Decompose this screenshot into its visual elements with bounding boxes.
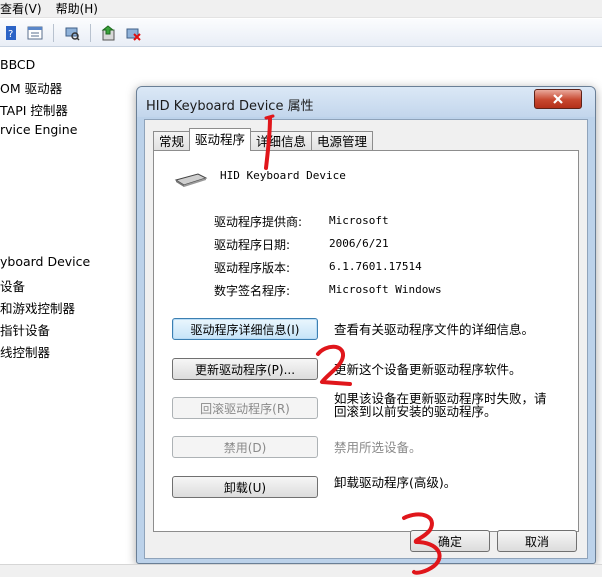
tab-details[interactable]: 详细信息 <box>250 131 313 151</box>
device-name: HID Keyboard Device <box>220 169 346 182</box>
rollback-driver-button[interactable]: 回滚驱动程序(R) <box>172 397 318 419</box>
tree-item[interactable]: TAPI 控制器 <box>0 100 68 119</box>
tree-item[interactable]: 线控制器 <box>0 342 50 361</box>
update-driver-button[interactable]: 更新驱动程序(P)... <box>172 358 318 380</box>
menu-bar: 查看(V) 帮助(H) <box>0 0 602 18</box>
tree-item[interactable]: 指针设备 <box>0 320 50 339</box>
signer-value: Microsoft Windows <box>329 283 442 296</box>
tree-item[interactable]: yboard Device <box>0 254 90 269</box>
driver-details-button[interactable]: 驱动程序详细信息(I) <box>172 318 318 340</box>
ok-button[interactable]: 确定 <box>410 530 490 552</box>
properties-view-icon[interactable] <box>26 24 44 42</box>
tree-item[interactable]: 和游戏控制器 <box>0 298 75 317</box>
update-driver-desc: 更新这个设备更新驱动程序软件。 <box>334 362 522 377</box>
toolbar: ? <box>0 19 602 47</box>
close-button[interactable] <box>534 89 582 109</box>
uninstall-device-icon[interactable] <box>124 24 142 42</box>
uninstall-desc: 卸载驱动程序(高级)。 <box>334 475 457 490</box>
driver-details-desc: 查看有关驱动程序文件的详细信息。 <box>334 322 535 337</box>
dialog-client: 常规 驱动程序 详细信息 电源管理 HID Keyboard Device 驱动… <box>144 119 588 559</box>
toolbar-separator <box>53 23 54 42</box>
tree-item[interactable]: BBCD <box>0 57 35 72</box>
tab-power-management[interactable]: 电源管理 <box>311 131 374 151</box>
provider-value: Microsoft <box>329 214 389 227</box>
cancel-button[interactable]: 取消 <box>497 530 577 552</box>
tab-strip: 常规 驱动程序 详细信息 电源管理 <box>153 128 374 151</box>
tree-item[interactable]: rvice Engine <box>0 122 77 137</box>
tree-item[interactable]: 设备 <box>0 276 25 295</box>
date-value: 2006/6/21 <box>329 237 389 250</box>
provider-label: 驱动程序提供商: <box>214 215 303 229</box>
signer-label: 数字签名程序: <box>214 284 291 298</box>
update-driver-icon[interactable] <box>100 24 118 42</box>
close-icon <box>553 94 563 104</box>
status-bar <box>0 564 602 577</box>
rollback-driver-desc: 如果该设备在更新驱动程序时失败，请 回滚到以前安装的驱动程序。 <box>334 391 547 419</box>
menu-help[interactable]: 帮助(H) <box>56 0 98 17</box>
dialog-titlebar[interactable]: HID Keyboard Device 属性 <box>137 87 595 117</box>
scan-hardware-icon[interactable] <box>63 24 81 42</box>
svg-text:?: ? <box>8 29 13 40</box>
version-value: 6.1.7601.17514 <box>329 260 422 273</box>
driver-tab-panel: HID Keyboard Device 驱动程序提供商: Microsoft 驱… <box>153 150 579 532</box>
tree-item[interactable]: OM 驱动器 <box>0 78 62 97</box>
date-label: 驱动程序日期: <box>214 238 291 252</box>
tab-general[interactable]: 常规 <box>153 131 191 151</box>
disable-button[interactable]: 禁用(D) <box>172 436 318 458</box>
version-label: 驱动程序版本: <box>214 261 291 275</box>
tab-driver[interactable]: 驱动程序 <box>189 128 252 151</box>
dialog-title: HID Keyboard Device 属性 <box>146 99 314 114</box>
disable-desc: 禁用所选设备。 <box>334 440 422 455</box>
uninstall-button[interactable]: 卸载(U) <box>172 476 318 498</box>
menu-view[interactable]: 查看(V) <box>0 0 42 17</box>
keyboard-icon <box>174 171 208 192</box>
properties-dialog: HID Keyboard Device 属性 常规 驱动程序 详细信息 电源管理 <box>136 86 596 564</box>
help-icon[interactable]: ? <box>2 24 20 42</box>
toolbar-separator <box>90 23 91 42</box>
